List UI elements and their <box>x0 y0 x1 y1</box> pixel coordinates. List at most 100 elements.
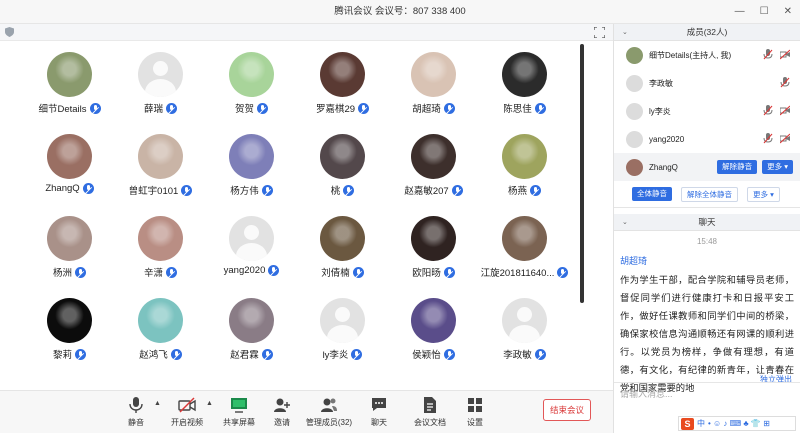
muted-mic-icon[interactable] <box>780 77 790 91</box>
member-row[interactable]: 李政敏 <box>614 69 800 97</box>
video-top-bar <box>0 24 613 41</box>
participant-name-row: 辛潇 <box>144 265 177 279</box>
participant-tile[interactable]: 杨方伟 <box>206 134 297 200</box>
collapse-chevron-icon[interactable]: ⌄ <box>622 24 628 41</box>
participant-tile[interactable]: 薛瑞 <box>115 52 206 118</box>
participant-tile[interactable]: ZhangQ <box>24 134 115 200</box>
participant-name: 罗嘉棋29 <box>315 104 356 115</box>
chat-input[interactable]: 请输入消息... <box>620 387 673 400</box>
participant-tile[interactable]: yang2020 <box>206 216 297 282</box>
muted-mic-icon[interactable] <box>763 133 773 147</box>
chat-button[interactable]: 聊天 <box>354 396 404 428</box>
participant-tile[interactable]: 赵君霖 <box>206 298 297 364</box>
manage-members-button[interactable]: 管理成员(32) <box>304 396 354 428</box>
participant-tile[interactable]: ly李炎 <box>297 298 388 364</box>
member-actions: 全体静音 解除全体静音 更多 ▾ <box>614 181 800 208</box>
participant-tile[interactable]: 辛潇 <box>115 216 206 282</box>
participant-tile[interactable]: 黎莉 <box>24 298 115 364</box>
participant-tile[interactable]: 胡超琦 <box>388 52 479 118</box>
member-row[interactable]: ly李炎 <box>614 97 800 125</box>
fullscreen-icon[interactable] <box>594 27 605 38</box>
pop-out-link[interactable]: 独立弹出 <box>758 374 794 385</box>
participant-name: 黎莉 <box>52 350 72 361</box>
avatar <box>320 216 365 261</box>
member-name: ZhangQ <box>649 162 678 172</box>
minimize-icon[interactable]: — <box>735 0 745 24</box>
participant-tile[interactable]: 赵鸿飞 <box>115 298 206 364</box>
participant-name: 欧阳旸 <box>412 268 441 279</box>
more-actions-button[interactable]: 更多 ▾ <box>747 187 780 202</box>
avatar <box>138 216 183 261</box>
participant-tile[interactable]: 罗嘉棋29 <box>297 52 388 118</box>
muted-mic-icon <box>166 102 177 114</box>
divider <box>614 382 800 383</box>
participant-name: 赵嘉敏207 <box>404 186 449 197</box>
camera-off-icon[interactable] <box>779 133 791 147</box>
video-gallery: 细节Details 薛瑞 贺贺 罗嘉棋29 胡超琦 陈思佳 ZhangQ 曾虹宇0101 杨方伟… <box>0 24 613 390</box>
muted-mic-icon <box>557 266 569 278</box>
window-title: 腾讯会议 会议号：807 338 400 <box>334 6 466 17</box>
participant-name-row: yang2020 <box>224 265 280 276</box>
participant-tile[interactable]: 杨燕 <box>479 134 570 200</box>
participant-name-row: 黎莉 <box>53 347 86 361</box>
participant-tile[interactable]: 侯颖怡 <box>388 298 479 364</box>
chat-header[interactable]: ⌄ 聊天 <box>614 214 800 231</box>
avatar <box>626 130 643 148</box>
members-header[interactable]: ⌄ 成员(32人) <box>614 24 800 41</box>
unmute-member-button[interactable]: 解除静音 <box>717 160 758 174</box>
video-options-caret[interactable]: ▲ <box>206 400 213 407</box>
maximize-icon[interactable]: ☐ <box>760 0 769 24</box>
participant-tile[interactable]: 桃 <box>297 134 388 200</box>
window-controls: — ☐ ✕ <box>735 0 792 24</box>
participant-tile[interactable]: 杨洲 <box>24 216 115 282</box>
chat-title: 聊天 <box>698 217 716 227</box>
participant-tile[interactable]: 刘倩楠 <box>297 216 388 282</box>
microphone-icon <box>129 397 143 413</box>
participant-tile[interactable]: 李政敏 <box>479 298 570 364</box>
participant-tile[interactable]: 曾虹宇0101 <box>115 134 206 200</box>
avatar <box>47 134 92 179</box>
invite-button[interactable]: 邀请 <box>257 396 307 428</box>
participant-name-row: 罗嘉棋29 <box>315 101 370 115</box>
muted-mic-icon <box>534 102 546 114</box>
gallery-scrollbar[interactable] <box>580 44 584 303</box>
mute-all-button[interactable]: 全体静音 <box>632 187 672 201</box>
muted-mic-icon <box>358 102 370 114</box>
muted-mic-icon <box>443 348 455 360</box>
docs-label: 会议文档 <box>414 418 446 427</box>
member-row[interactable]: 细节Details(主持人, 我) <box>614 41 800 69</box>
unmute-all-button[interactable]: 解除全体静音 <box>681 187 738 202</box>
camera-off-icon[interactable] <box>779 105 791 119</box>
shield-icon[interactable] <box>5 27 14 37</box>
participant-name-row: 欧阳旸 <box>412 265 455 279</box>
participant-tile[interactable]: 贺贺 <box>206 52 297 118</box>
participant-tile[interactable]: 欧阳旸 <box>388 216 479 282</box>
video-button[interactable]: 开启视频 <box>162 396 212 428</box>
participant-name: 杨洲 <box>52 268 72 279</box>
muted-mic-icon[interactable] <box>763 105 773 119</box>
muted-mic-icon <box>82 183 94 194</box>
camera-off-icon[interactable] <box>779 49 791 63</box>
member-row[interactable]: yang2020 <box>614 125 800 153</box>
participant-tile[interactable]: 陈思佳 <box>479 52 570 118</box>
share-label: 共享屏幕 <box>223 418 255 427</box>
member-row-selected[interactable]: ZhangQ 解除静音 更多 ▾ <box>614 153 800 181</box>
mute-options-caret[interactable]: ▲ <box>154 400 161 407</box>
ime-toolbar[interactable]: S 中 • ☺ ♪ ⌨ ♣ 👕 ⊞ <box>678 416 796 431</box>
meeting-docs-button[interactable]: 会议文档 <box>405 396 455 428</box>
avatar <box>411 52 456 97</box>
end-meeting-button[interactable]: 结束会议 <box>543 399 591 421</box>
participant-tile[interactable]: 赵嘉敏207 <box>388 134 479 200</box>
ime-tool-icons[interactable]: • ☺ ♪ ⌨ ♣ 👕 ⊞ <box>708 419 770 428</box>
close-icon[interactable]: ✕ <box>784 0 792 24</box>
muted-mic-icon <box>443 102 455 114</box>
ime-mode[interactable]: 中 <box>697 418 705 429</box>
participant-tile[interactable]: 江旋201811640... <box>479 216 570 282</box>
settings-button[interactable]: 设置 <box>450 396 500 428</box>
collapse-chevron-icon[interactable]: ⌄ <box>622 214 628 231</box>
participant-tile[interactable]: 细节Details <box>24 52 115 118</box>
muted-mic-icon[interactable] <box>763 49 773 63</box>
member-name: 李政敏 <box>649 78 673 88</box>
member-more-button[interactable]: 更多 ▾ <box>762 160 793 174</box>
sogou-logo-icon[interactable]: S <box>681 417 694 430</box>
